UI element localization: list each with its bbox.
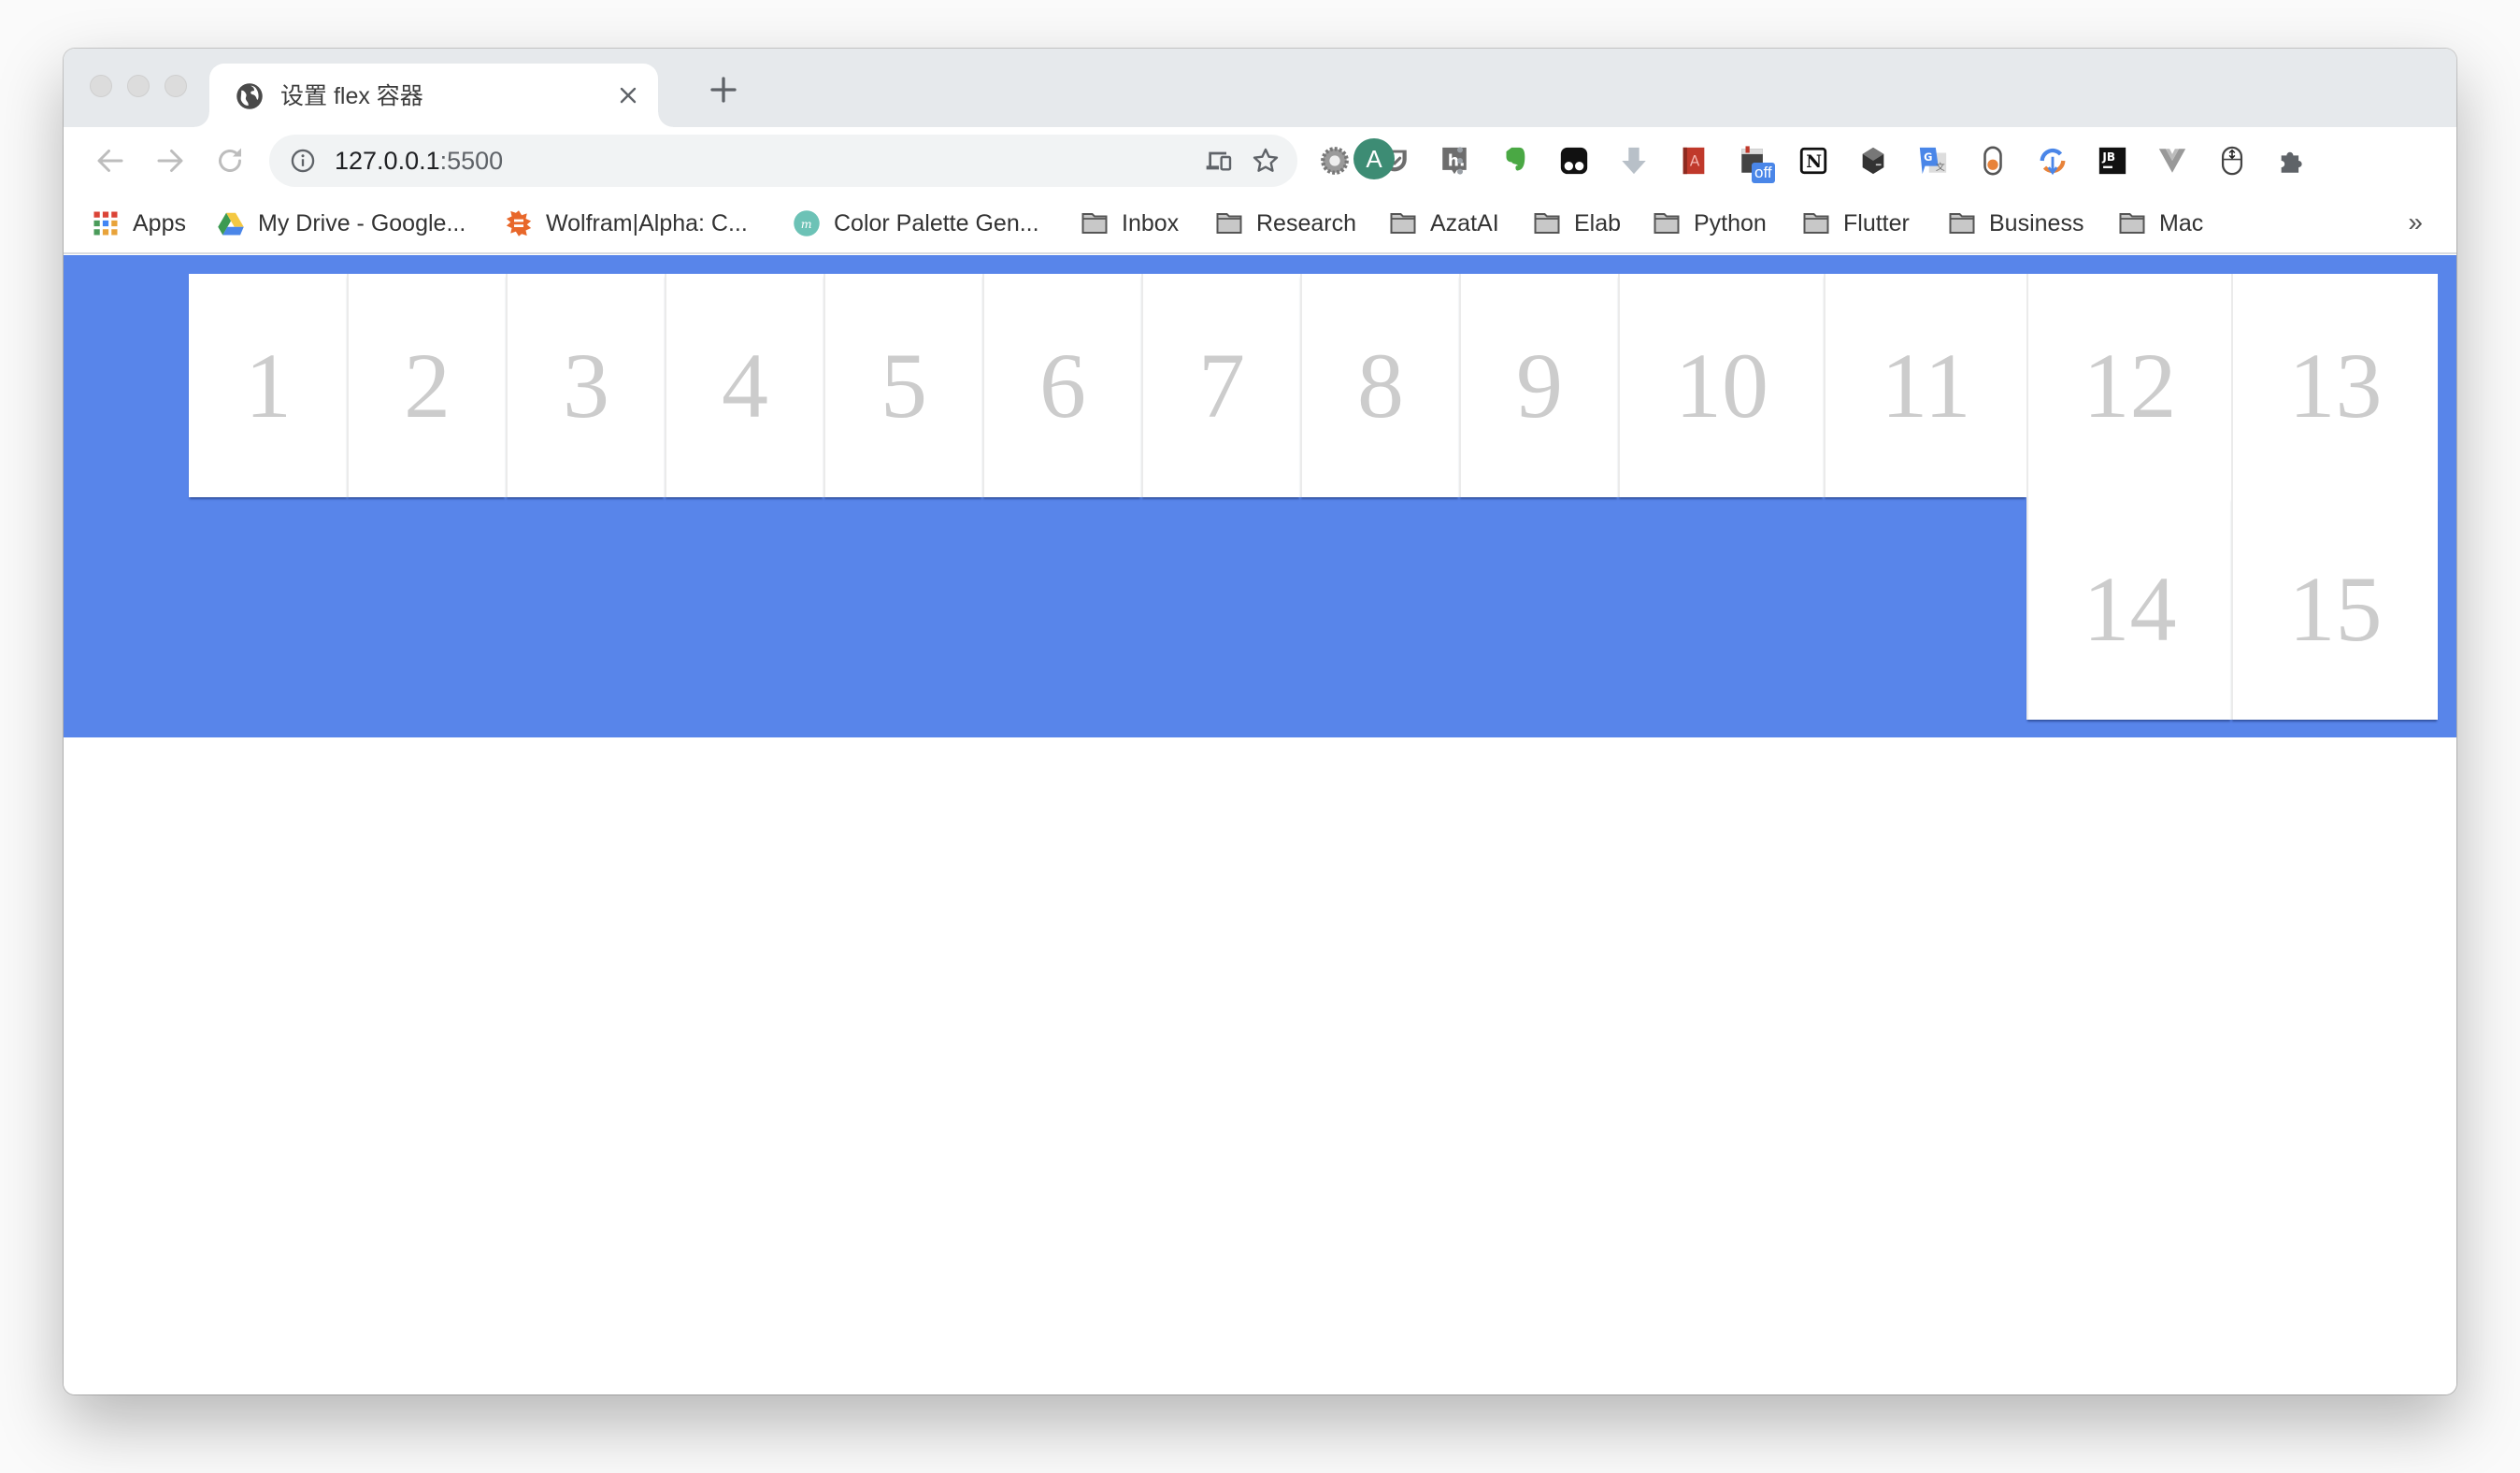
bookmark-label: AzatAI <box>1430 209 1499 236</box>
dictionary-icon[interactable]: A <box>1675 142 1712 179</box>
bookmark-color-palette[interactable]: m Color Palette Gen... <box>793 194 1039 252</box>
folder-icon <box>2119 213 2145 234</box>
page-viewport: 1 2 3 4 5 6 7 8 9 10 11 12 13 14 15 <box>64 254 2456 1394</box>
bookmarks-bar: Apps My Drive - Google... Wolfram|Alpha:… <box>64 194 2456 254</box>
folder-icon <box>1949 213 1975 234</box>
svg-text:文: 文 <box>1936 161 1945 173</box>
bookmark-folder-inbox[interactable]: Inbox <box>1081 194 1179 252</box>
mouse-icon[interactable] <box>2213 142 2251 179</box>
folder-icon <box>1803 213 1829 234</box>
close-window-button[interactable] <box>90 75 112 97</box>
off-badge: off <box>1752 163 1775 183</box>
folder-icon <box>1654 213 1680 234</box>
svg-text:N: N <box>1806 152 1822 172</box>
close-icon[interactable] <box>617 84 639 107</box>
svg-text:G: G <box>1924 150 1932 164</box>
bookmark-folder-research[interactable]: Research <box>1215 194 1356 252</box>
puzzle-icon[interactable] <box>2273 142 2311 179</box>
color-palette-icon: m <box>794 210 820 236</box>
flex-item-8: 8 <box>1300 274 1459 497</box>
bookmark-label: Research <box>1256 209 1356 236</box>
back-arrow-icon[interactable] <box>93 144 127 178</box>
bookmark-label: Apps <box>133 209 186 236</box>
bookmark-label: Elab <box>1574 209 1622 236</box>
google-drive-icon <box>218 212 244 236</box>
flex-item-13: 13 <box>2231 274 2438 497</box>
tab-title: 设置 flex 容器 <box>280 83 423 109</box>
flex-item-5: 5 <box>823 274 982 497</box>
bookmark-folder-business[interactable]: Business <box>1948 194 2083 252</box>
download-icon[interactable] <box>1615 142 1653 179</box>
bookmark-folder-azatai[interactable]: AzatAI <box>1389 194 1499 252</box>
flex-item-14: 14 <box>2026 497 2231 720</box>
bookmark-folder-mac[interactable]: Mac <box>2118 194 2203 252</box>
url-text[interactable]: 127.0.0.1:5500 <box>335 135 503 187</box>
off-badge-extension-icon[interactable]: off <box>1735 142 1775 183</box>
bookmark-folder-python[interactable]: Python <box>1653 194 1767 252</box>
bookmarks-overflow-button[interactable]: » <box>2408 207 2423 237</box>
info-icon[interactable] <box>290 148 316 174</box>
flex-item-10: 10 <box>1618 274 1824 497</box>
bookmark-label: Flutter <box>1843 209 1910 236</box>
flex-item-2: 2 <box>347 274 506 497</box>
google-translate-icon[interactable]: G文 <box>1914 142 1952 179</box>
flex-container: 1 2 3 4 5 6 7 8 9 10 11 12 13 14 15 <box>64 255 2456 737</box>
flex-item-11: 11 <box>1824 274 2026 497</box>
bookmark-folder-elab[interactable]: Elab <box>1533 194 1621 252</box>
bookmark-apps[interactable]: Apps <box>92 194 186 252</box>
flex-item-1: 1 <box>189 274 348 497</box>
box-icon[interactable] <box>1854 142 1892 179</box>
bookmark-wolfram[interactable]: Wolfram|Alpha: C... <box>505 194 748 252</box>
address-bar[interactable]: 127.0.0.1:5500 <box>269 135 1297 187</box>
star-icon[interactable] <box>1251 146 1281 176</box>
apps-grid-icon <box>93 211 118 236</box>
browser-window: 设置 flex 容器 127.0.0.1:5500 h. A off N G 文… <box>64 49 2456 1394</box>
notion-icon[interactable]: N <box>1795 142 1832 179</box>
svg-text:JB: JB <box>2101 150 2115 164</box>
folder-icon <box>1081 213 1108 234</box>
svg-text:A: A <box>1690 153 1700 170</box>
svg-text:m: m <box>801 217 812 231</box>
bookmark-label: Mac <box>2159 209 2204 236</box>
flex-item-12: 12 <box>2026 274 2231 497</box>
devices-icon[interactable] <box>1204 146 1234 176</box>
toolbar: 127.0.0.1:5500 h. A off N G 文 JB A <box>64 127 2456 194</box>
evernote-icon[interactable] <box>1496 142 1533 179</box>
flex-item-15: 15 <box>2231 497 2438 720</box>
bookmark-label: Python <box>1694 209 1767 236</box>
bookmark-folder-flutter[interactable]: Flutter <box>1802 194 1910 252</box>
zoom-window-button[interactable] <box>165 75 187 97</box>
flex-item-9: 9 <box>1459 274 1618 497</box>
bookmark-label: Color Palette Gen... <box>834 209 1039 236</box>
tab-active[interactable]: 设置 flex 容器 <box>194 64 673 127</box>
bookmark-my-drive[interactable]: My Drive - Google... <box>217 194 465 252</box>
gear-extension-icon[interactable] <box>1316 142 1353 179</box>
bookmark-label: Wolfram|Alpha: C... <box>546 209 748 236</box>
flex-item-4: 4 <box>665 274 823 497</box>
bookmark-label: Inbox <box>1122 209 1180 236</box>
flex-item-3: 3 <box>506 274 665 497</box>
sync-extension-icon[interactable] <box>2034 142 2071 179</box>
flex-item-7: 7 <box>1141 274 1300 497</box>
reload-icon[interactable] <box>213 144 247 178</box>
folder-icon <box>1390 213 1416 234</box>
folder-icon <box>1534 213 1560 234</box>
folder-icon <box>1216 213 1242 234</box>
minimize-window-button[interactable] <box>127 75 150 97</box>
avatar[interactable]: A <box>1353 138 1395 179</box>
jetbrains-icon[interactable]: JB <box>2094 142 2131 179</box>
forward-arrow-icon[interactable] <box>153 144 187 178</box>
wolfram-icon <box>506 210 532 236</box>
globe-icon <box>236 83 263 109</box>
vue-devtools-icon[interactable] <box>2154 142 2191 179</box>
toggle-extension-icon[interactable] <box>1974 142 2012 179</box>
more-menu-icon[interactable] <box>1441 142 1479 179</box>
bookmark-label: Business <box>1989 209 2084 236</box>
tampermonkey-icon[interactable] <box>1555 142 1593 179</box>
tab-strip: 设置 flex 容器 <box>64 49 2456 127</box>
bookmark-label: My Drive - Google... <box>258 209 466 236</box>
flex-item-6: 6 <box>982 274 1141 497</box>
new-tab-button[interactable] <box>707 73 740 107</box>
